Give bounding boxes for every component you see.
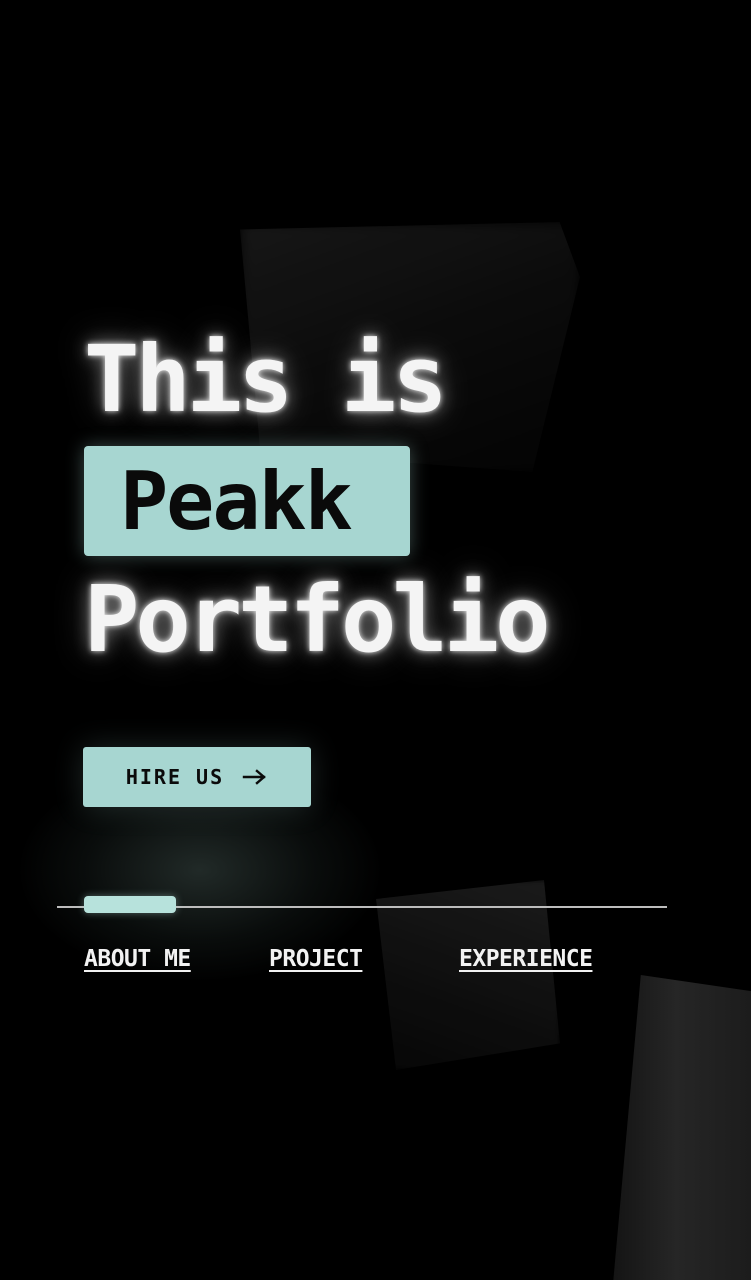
nav-link-project[interactable]: PROJECT <box>269 946 363 972</box>
arrow-right-icon <box>242 769 266 785</box>
hero-title-line-3: Portfolio <box>84 566 550 673</box>
nav-link-experience[interactable]: EXPERIENCE <box>459 946 593 972</box>
nav-link-about-me[interactable]: ABOUT ME <box>84 946 191 972</box>
hire-us-label: HIRE US <box>125 765 225 789</box>
hero-highlight-box: Peakk <box>84 446 410 556</box>
background-shape-right <box>612 975 751 1280</box>
slider-thumb[interactable] <box>84 896 176 913</box>
hire-us-button[interactable]: HIRE US <box>83 747 311 807</box>
hero-title-line-1: This is <box>84 326 448 433</box>
hero-highlight-name: Peakk <box>120 455 353 548</box>
background-shape-middle <box>376 880 560 1070</box>
